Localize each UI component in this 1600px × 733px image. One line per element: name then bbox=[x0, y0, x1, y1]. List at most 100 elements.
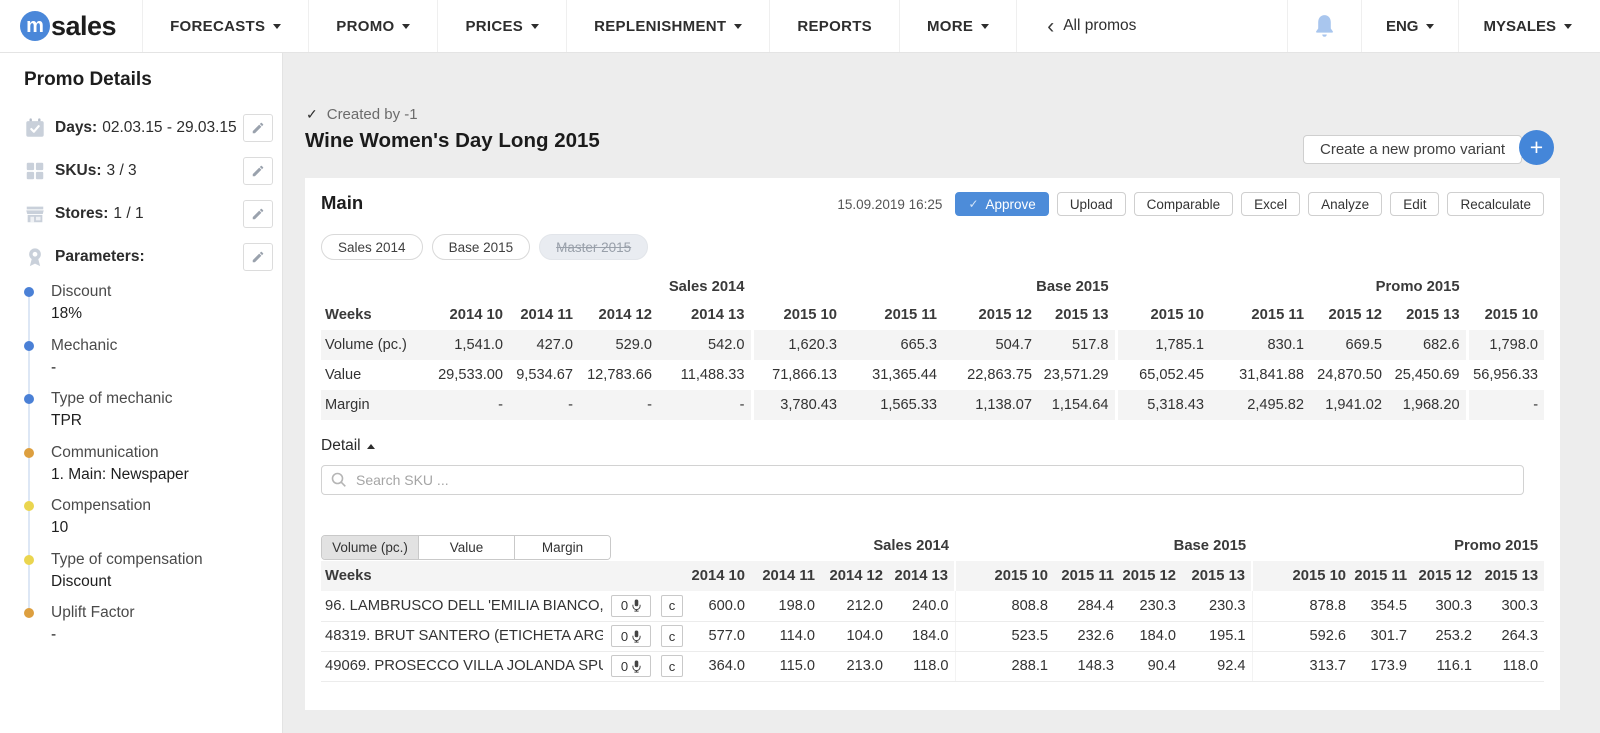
weeks-header: Weeks bbox=[321, 561, 603, 591]
value-cell: 1,785.1 bbox=[1114, 330, 1211, 360]
c-button[interactable]: c bbox=[661, 655, 683, 677]
edit-button[interactable]: Edit bbox=[1390, 192, 1440, 216]
created-by-text: Created by -1 bbox=[326, 106, 418, 123]
tag-sales-2014[interactable]: Sales 2014 bbox=[321, 234, 423, 260]
approve-button[interactable]: ✓ Approve bbox=[955, 192, 1049, 216]
value-cell: 577.0 bbox=[688, 621, 751, 652]
value-cell: 504.7 bbox=[943, 330, 1039, 360]
field-value: 3 / 3 bbox=[106, 161, 137, 179]
nav-item-more[interactable]: MORE bbox=[899, 0, 1018, 52]
chevron-up-icon bbox=[366, 443, 375, 449]
sku-name: 96. LAMBRUSCO DELL 'EMILIA BIANCO, ... bbox=[321, 591, 603, 622]
edit-days-button[interactable] bbox=[243, 114, 273, 142]
pencil-icon bbox=[252, 208, 264, 220]
row-label: Margin bbox=[321, 390, 433, 420]
user-menu[interactable]: MYSALES bbox=[1458, 0, 1600, 52]
value-cell: 173.9 bbox=[1352, 651, 1414, 682]
c-button[interactable]: c bbox=[661, 594, 683, 617]
value-cell: - bbox=[1465, 390, 1545, 420]
edit-parameters-button[interactable] bbox=[243, 243, 273, 271]
column-group-label: Base 2015 bbox=[1173, 538, 1247, 554]
value-cell: 31,365.44 bbox=[872, 367, 938, 383]
tag-base-2015[interactable]: Base 2015 bbox=[431, 234, 531, 260]
created-by-line: ✓ Created by -1 bbox=[306, 106, 418, 123]
field-label: Stores: bbox=[55, 204, 109, 222]
c-button[interactable]: c bbox=[661, 625, 683, 647]
search-input[interactable] bbox=[354, 471, 1514, 489]
parameter-label: Type of compensation bbox=[51, 550, 203, 568]
week-col-header: 2015 10 bbox=[1114, 300, 1211, 330]
sku-row: 49069. PROSECCO VILLA JOLANDA SPU... 0 c… bbox=[321, 651, 1545, 682]
week-col-header: 2014 13 bbox=[889, 561, 956, 591]
promo-variant-card: Main 15.09.2019 16:25 ✓ Approve Upload Co… bbox=[305, 178, 1560, 710]
comments-mic-button[interactable]: 0 bbox=[611, 594, 651, 617]
edit-stores-button[interactable] bbox=[243, 200, 273, 228]
pencil-icon bbox=[252, 122, 264, 134]
value-cell: 230.3 bbox=[1182, 591, 1253, 622]
week-col-header: 2015 12 bbox=[1120, 561, 1183, 591]
parameter-value: - bbox=[51, 358, 57, 376]
week-col-header: 2014 11 bbox=[520, 307, 573, 323]
grid-icon bbox=[26, 162, 44, 179]
comments-mic-button[interactable]: 0 bbox=[611, 625, 651, 647]
language-selector[interactable]: ENG bbox=[1360, 0, 1459, 52]
detail-table: Volume (pc.) Value Margin Sales 2014 Bas… bbox=[321, 531, 1545, 682]
week-header-row: Weeks 2014 10 2014 11 2014 12 2014 13 20… bbox=[321, 300, 1545, 330]
value-cell: 118.0 bbox=[889, 651, 956, 682]
comments-mic-button[interactable]: 0 bbox=[611, 655, 651, 677]
nav-item-promo[interactable]: PROMO bbox=[308, 0, 437, 52]
status-dot bbox=[24, 394, 34, 404]
tab-margin[interactable]: Margin bbox=[514, 536, 610, 559]
value-cell: 114.0 bbox=[751, 621, 821, 652]
back-to-all-promos-link[interactable]: ‹ All promos bbox=[1017, 0, 1136, 52]
notifications-button[interactable] bbox=[1286, 0, 1361, 52]
field-label: Parameters: bbox=[55, 247, 145, 265]
parameter-value: Discount bbox=[51, 572, 112, 590]
sidebar-title: Promo Details bbox=[24, 69, 152, 90]
value-cell: 669.5 bbox=[1310, 330, 1389, 360]
comparable-button[interactable]: Comparable bbox=[1133, 192, 1234, 216]
recalculate-button[interactable]: Recalculate bbox=[1447, 192, 1544, 216]
detail-collapse-toggle[interactable]: Detail bbox=[321, 436, 393, 456]
value-cell: 523.5 bbox=[954, 621, 1055, 652]
tab-volume[interactable]: Volume (pc.) bbox=[322, 536, 418, 559]
app-logo[interactable]: m sales bbox=[0, 0, 142, 52]
edit-skus-button[interactable] bbox=[243, 157, 273, 185]
value-cell: 1,541.0 bbox=[433, 330, 509, 360]
analyze-button[interactable]: Analyze bbox=[1308, 192, 1383, 216]
column-group-label: Promo 2015 bbox=[1114, 274, 1468, 300]
value-cell: 116.1 bbox=[1413, 651, 1479, 682]
nav-item-replenishment[interactable]: REPLENISHMENT bbox=[566, 0, 769, 52]
parameter-value: 10 bbox=[51, 519, 69, 536]
value-cell: 195.1 bbox=[1182, 621, 1253, 652]
value-cell: 682.6 bbox=[1388, 330, 1468, 360]
parameters-list: Discount 18% Mechanic - Type of mechanic… bbox=[24, 283, 269, 658]
value-cell: 104.0 bbox=[821, 621, 889, 652]
create-promo-variant-button[interactable]: Create a new promo variant bbox=[1303, 135, 1523, 164]
value-cell: 92.4 bbox=[1182, 651, 1253, 682]
status-dot bbox=[24, 608, 34, 618]
sidebar-fields: Days: 02.03.15 - 29.03.15 SKUs: 3 / 3 Stor… bbox=[0, 106, 283, 278]
pencil-icon bbox=[252, 165, 264, 177]
main-content: ✓ Created by -1 Wine Women's Day Long 20… bbox=[283, 53, 1600, 733]
upload-button[interactable]: Upload bbox=[1056, 192, 1126, 216]
value-cell: 301.7 bbox=[1352, 621, 1414, 652]
field-value: 1 / 1 bbox=[113, 204, 144, 222]
nav-item-forecasts[interactable]: FORECASTS bbox=[142, 0, 308, 52]
add-variant-button[interactable]: + bbox=[1519, 130, 1554, 165]
value-cell: 1,798.0 bbox=[1465, 330, 1545, 360]
nav-item-reports[interactable]: REPORTS bbox=[769, 0, 899, 52]
card-actions: 15.09.2019 16:25 ✓ Approve Upload Compara… bbox=[837, 192, 1544, 216]
excel-button[interactable]: Excel bbox=[1241, 192, 1301, 216]
value-cell: 3,780.43 bbox=[750, 390, 844, 420]
tag-master-2015[interactable]: Master 2015 bbox=[539, 234, 649, 260]
week-col-header: 2015 11 bbox=[1352, 561, 1414, 591]
value-cell: 90.4 bbox=[1120, 651, 1183, 682]
status-dot bbox=[24, 340, 34, 351]
value-cell: 71,866.13 bbox=[750, 360, 844, 390]
timestamp: 15.09.2019 16:25 bbox=[837, 196, 943, 212]
tab-value[interactable]: Value bbox=[418, 536, 514, 559]
value-cell: 24,870.50 bbox=[1317, 367, 1383, 383]
nav-item-prices[interactable]: PRICES bbox=[437, 0, 566, 52]
value-cell: - bbox=[579, 390, 658, 420]
